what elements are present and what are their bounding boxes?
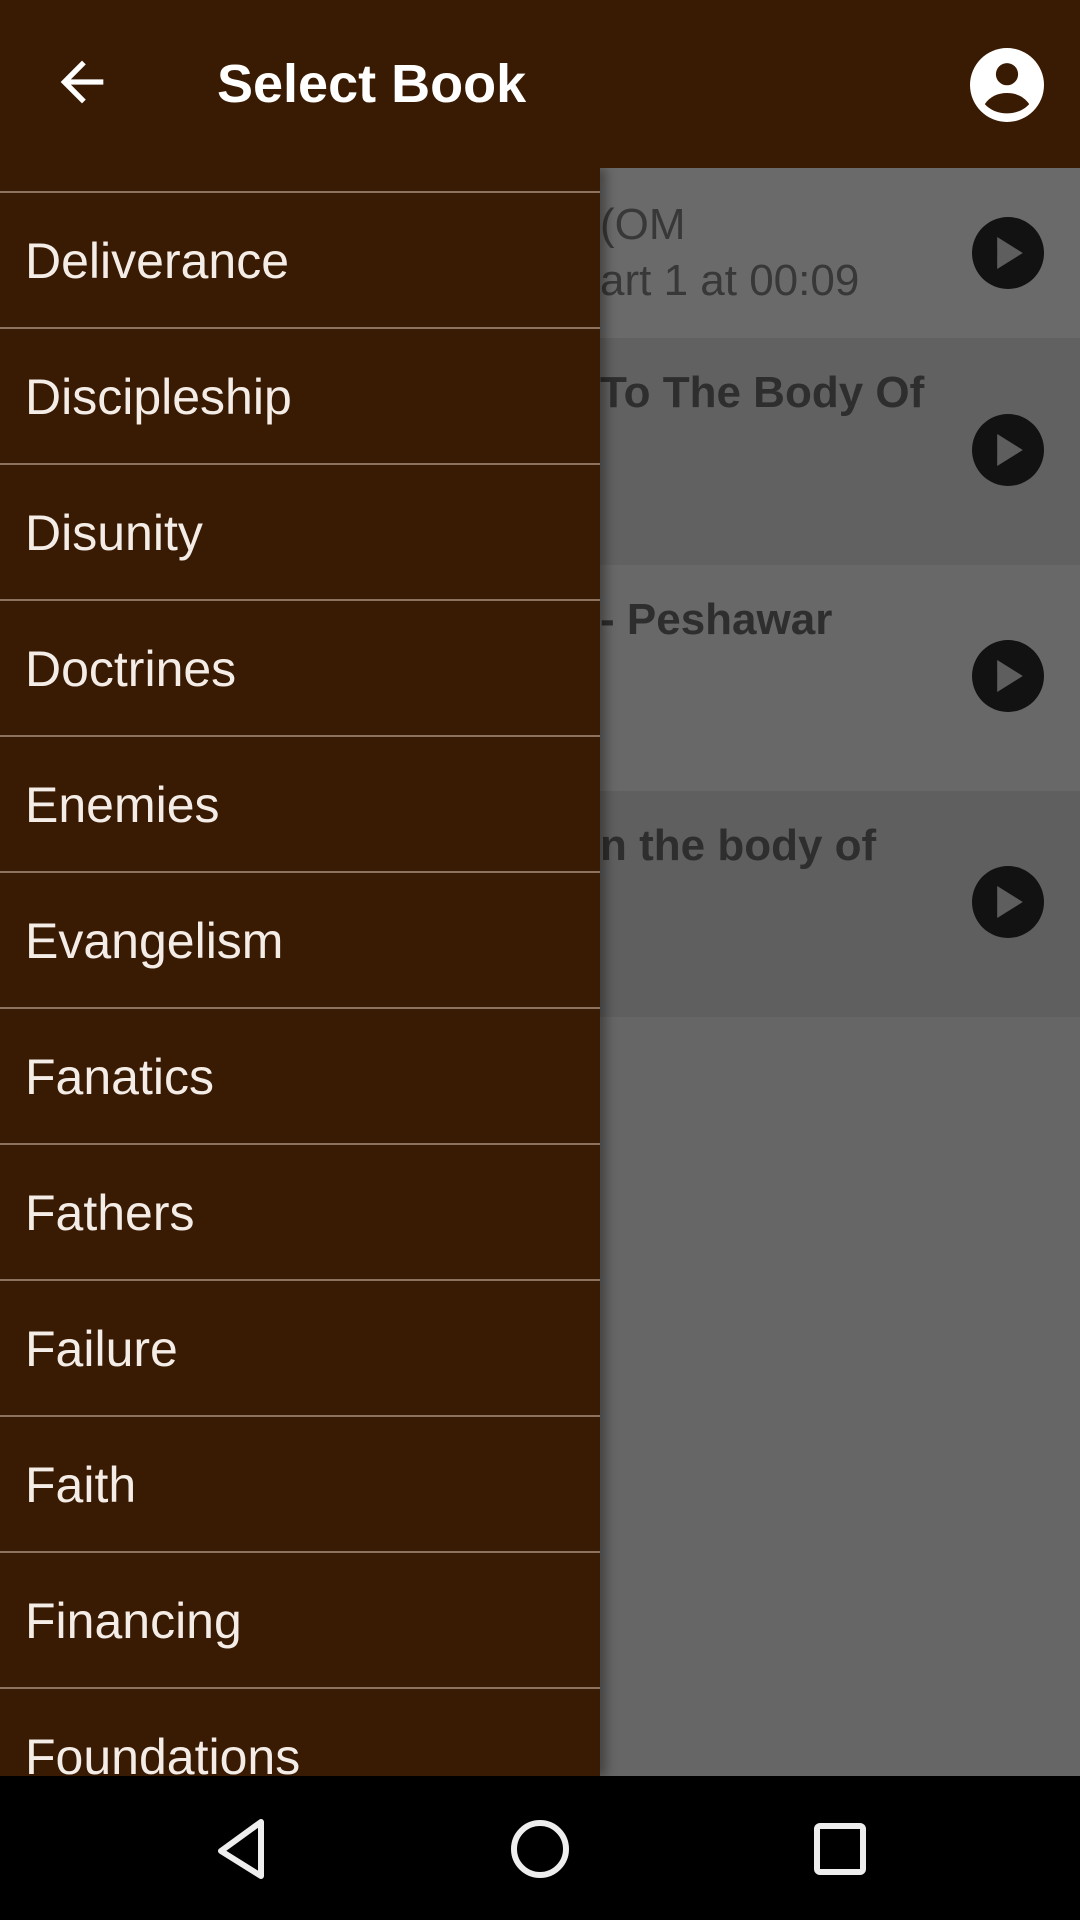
- item-subtitle: art 1 at 00:09: [600, 256, 860, 305]
- drawer-item-financing[interactable]: Financing: [0, 1553, 600, 1689]
- book-list: Deliverance Discipleship Disunity Doctri…: [0, 168, 600, 1776]
- play-button[interactable]: [972, 217, 1044, 289]
- drawer-item-evangelism[interactable]: Evangelism: [0, 873, 600, 1009]
- drawer-item-faith[interactable]: Faith: [0, 1417, 600, 1553]
- drawer-item-label: Evangelism: [25, 913, 284, 969]
- play-button[interactable]: [972, 640, 1044, 712]
- drawer-item-disunity[interactable]: Disunity: [0, 465, 600, 601]
- drawer-item-label: Foundations: [25, 1729, 301, 1776]
- system-nav-bar: [0, 1776, 1080, 1920]
- nav-back-icon: [218, 1819, 264, 1879]
- drawer-item-fanatics[interactable]: Fanatics: [0, 1009, 600, 1145]
- play-icon: [997, 434, 1023, 466]
- account-circle-icon: [970, 48, 1044, 122]
- drawer-item[interactable]: [0, 168, 600, 193]
- drawer-item-deliverance[interactable]: Deliverance: [0, 193, 600, 329]
- play-icon: [997, 237, 1023, 269]
- drawer-item-label: Fanatics: [25, 1049, 214, 1105]
- item-title: To The Body Of: [600, 368, 925, 417]
- nav-recents-icon: [814, 1823, 866, 1875]
- page-title: Select Book: [217, 54, 527, 114]
- play-button[interactable]: [972, 414, 1044, 486]
- drawer-item-label: Disunity: [25, 505, 203, 561]
- drawer-item-foundations[interactable]: Foundations: [0, 1689, 600, 1776]
- item-title: (OM: [600, 200, 686, 249]
- arrow-left-icon: [60, 60, 104, 104]
- drawer-item-fathers[interactable]: Fathers: [0, 1145, 600, 1281]
- book-drawer[interactable]: Deliverance Discipleship Disunity Doctri…: [0, 168, 600, 1776]
- drawer-item-label: Fathers: [25, 1185, 195, 1241]
- back-button[interactable]: [50, 50, 114, 114]
- drawer-item-label: Enemies: [25, 777, 220, 833]
- drawer-item-doctrines[interactable]: Doctrines: [0, 601, 600, 737]
- play-icon: [997, 660, 1023, 692]
- nav-home-icon: [511, 1820, 569, 1878]
- item-title: - Peshawar: [600, 595, 833, 644]
- drawer-item-label: Deliverance: [25, 233, 290, 289]
- play-button[interactable]: [972, 866, 1044, 938]
- drawer-item-failure[interactable]: Failure: [0, 1281, 600, 1417]
- nav-home-button[interactable]: [505, 1814, 575, 1884]
- drawer-item-label: Doctrines: [25, 641, 237, 697]
- account-button[interactable]: [970, 48, 1044, 122]
- item-title: n the body of: [600, 821, 877, 870]
- drawer-item-label: Failure: [25, 1321, 178, 1377]
- drawer-item-enemies[interactable]: Enemies: [0, 737, 600, 873]
- drawer-item-label: Financing: [25, 1593, 242, 1649]
- nav-back-button[interactable]: [205, 1814, 275, 1884]
- drawer-item-label: Faith: [25, 1457, 137, 1513]
- play-icon: [997, 886, 1023, 918]
- drawer-item-label: Discipleship: [25, 369, 292, 425]
- app-bar: Select Book: [0, 0, 1080, 168]
- drawer-item-discipleship[interactable]: Discipleship: [0, 329, 600, 465]
- nav-recents-button[interactable]: [805, 1814, 875, 1884]
